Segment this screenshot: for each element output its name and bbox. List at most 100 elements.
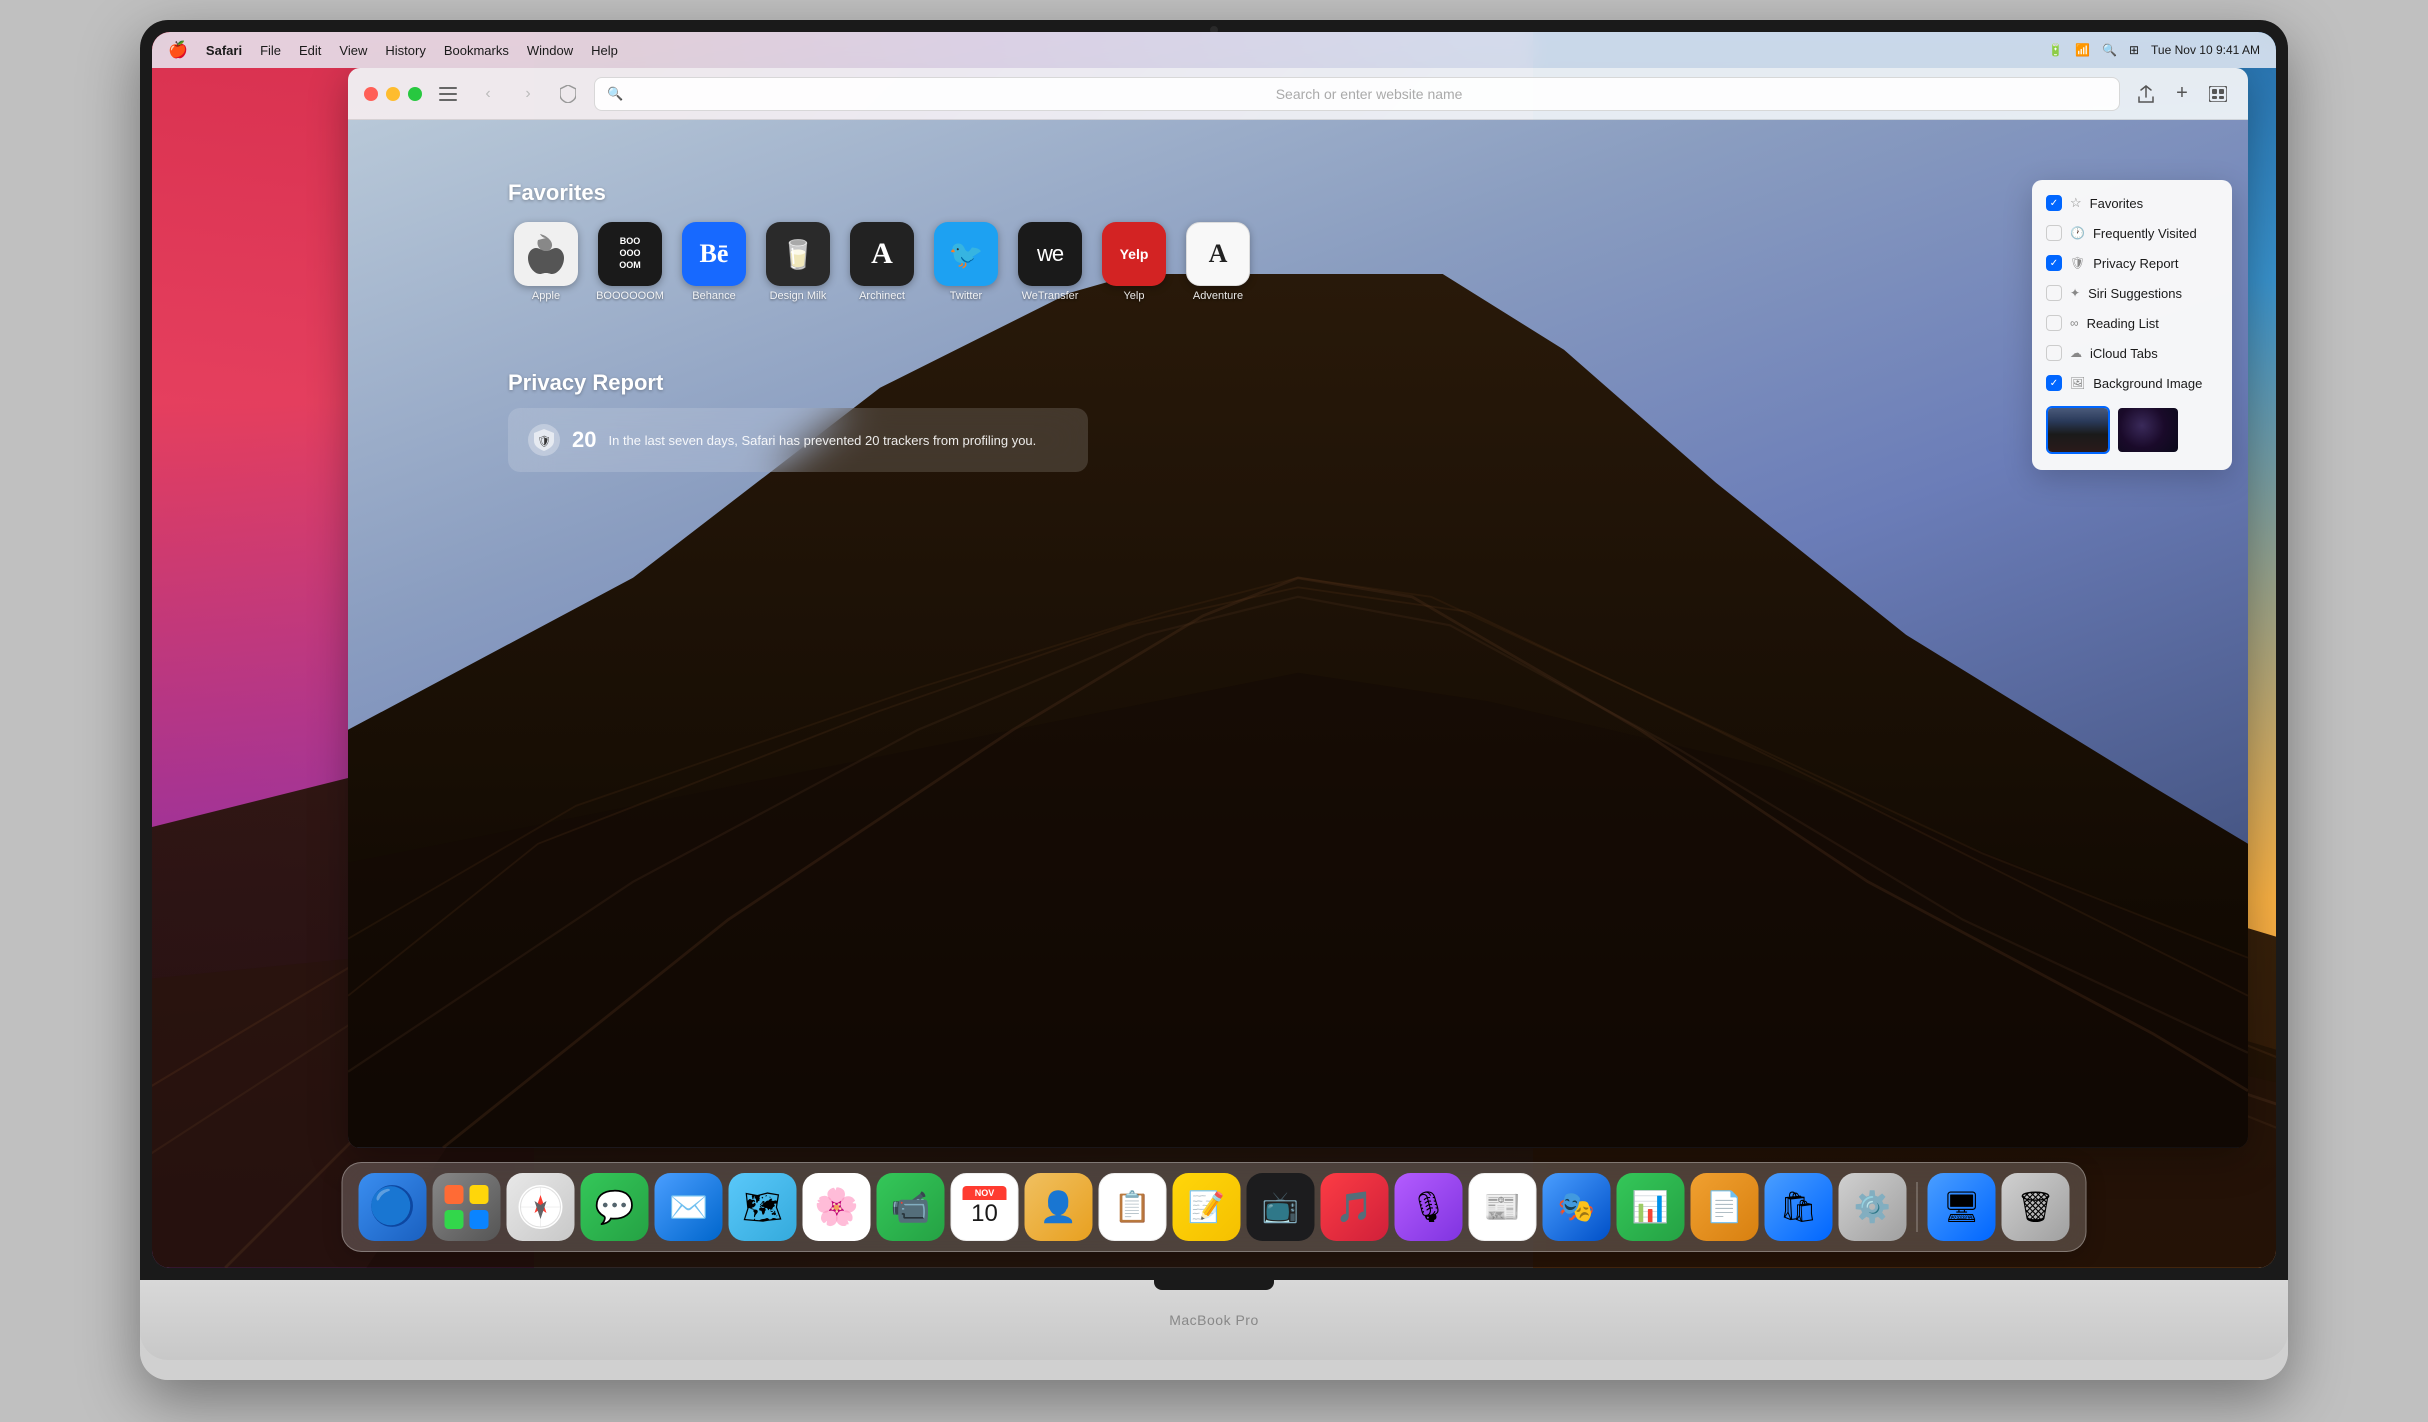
back-button[interactable]: ‹ (474, 80, 502, 108)
dock-keynote[interactable]: 🎭 (1543, 1173, 1611, 1241)
dock-finder[interactable]: 🔵 (359, 1173, 427, 1241)
background-image-checkbox[interactable] (2046, 375, 2062, 391)
edit-menu[interactable]: Edit (299, 43, 321, 58)
favorite-apple-label: Apple (532, 290, 560, 302)
siri-suggestions-checkbox[interactable] (2046, 285, 2062, 301)
dock-calendar[interactable]: NOV 10 (951, 1173, 1019, 1241)
icloud-tabs-label: iCloud Tabs (2090, 346, 2158, 361)
view-menu[interactable]: View (339, 43, 367, 58)
frequently-visited-checkbox[interactable] (2046, 225, 2062, 241)
screen-bezel: 🍎 Safari File Edit View History Bookmark… (140, 20, 2288, 1280)
dropdown-favorites[interactable]: ☆ Favorites (2032, 188, 2232, 218)
favorite-adventure[interactable]: A Adventure (1180, 222, 1256, 302)
privacy-card[interactable]: 🛡 20 In the last seven days, Safari has … (508, 408, 1088, 472)
maps-icon: 🗺 (742, 1188, 783, 1226)
dock-messages[interactable]: 💬 (581, 1173, 649, 1241)
dock-sysprefs[interactable]: ⚙️ (1839, 1173, 1907, 1241)
dropdown-icloud-tabs[interactable]: ☁ iCloud Tabs (2032, 338, 2232, 368)
dock-numbers[interactable]: 📊 (1617, 1173, 1685, 1241)
dock-photos[interactable]: 🌸 (803, 1173, 871, 1241)
dropdown-reading-list[interactable]: ∞ Reading List (2032, 308, 2232, 338)
dock-podcasts[interactable]: 🎙 (1395, 1173, 1463, 1241)
new-tab-button[interactable]: + (2168, 80, 2196, 108)
forward-button[interactable]: › (514, 80, 542, 108)
dock-contacts[interactable]: 👤 (1025, 1173, 1093, 1241)
favorite-wetransfer-label: WeTransfer (1022, 290, 1079, 302)
privacy-report-section: Privacy Report 🛡 20 In the last seven da… (508, 370, 1088, 472)
dock-trash[interactable]: 🗑 (2002, 1173, 2070, 1241)
privacy-message: In the last seven days, Safari has preve… (608, 433, 1036, 448)
dropdown-siri-suggestions[interactable]: ✦ Siri Suggestions (2032, 278, 2232, 308)
bookmarks-menu[interactable]: Bookmarks (444, 43, 509, 58)
tab-overview-button[interactable] (2204, 80, 2232, 108)
fullscreen-button[interactable] (408, 87, 422, 101)
favorite-boooooom[interactable]: BOOOOOOOM BOOOOOOM (592, 222, 668, 302)
dock-screen-time[interactable]: 🖥 (1928, 1173, 1996, 1241)
podcasts-icon: 🎙 (1409, 1190, 1447, 1225)
macbook-label: MacBook Pro (1169, 1312, 1259, 1328)
control-center-icon[interactable]: ⊞ (2129, 43, 2139, 57)
favorite-twitter-icon: 🐦 (934, 222, 998, 286)
dock-music[interactable]: 🎵 (1321, 1173, 1389, 1241)
safari-icon (519, 1185, 563, 1229)
dock-pages[interactable]: 📄 (1691, 1173, 1759, 1241)
favorite-behance[interactable]: Bē Behance (676, 222, 752, 302)
photos-icon: 🌸 (814, 1186, 859, 1228)
dock-notes[interactable]: 📝 (1173, 1173, 1241, 1241)
dock-news[interactable]: 📰 (1469, 1173, 1537, 1241)
app-name[interactable]: Safari (206, 43, 242, 58)
dropdown-background-image[interactable]: 🖼 Background Image (2032, 368, 2232, 398)
favorites-title: Favorites (508, 180, 1256, 206)
privacy-report-icon: 🛡 (2070, 256, 2085, 270)
dock-mail[interactable]: ✉️ (655, 1173, 723, 1241)
address-input[interactable]: Search or enter website name (631, 86, 2107, 102)
help-menu[interactable]: Help (591, 43, 618, 58)
spotlight-icon[interactable]: 🔍 (2102, 43, 2117, 57)
favorite-archinect[interactable]: A Archinect (844, 222, 920, 302)
history-menu[interactable]: History (385, 43, 425, 58)
background-image-label: Background Image (2093, 376, 2202, 391)
favorite-twitter[interactable]: 🐦 Twitter (928, 222, 1004, 302)
dropdown-privacy-report[interactable]: 🛡 Privacy Report (2032, 248, 2232, 278)
dropdown-frequently-visited[interactable]: 🕐 Frequently Visited (2032, 218, 2232, 248)
favorite-designmilk[interactable]: 🥛 Design Milk (760, 222, 836, 302)
close-button[interactable] (364, 87, 378, 101)
dock-reminders[interactable]: 📋 (1099, 1173, 1167, 1241)
icloud-icon: ☁ (2070, 346, 2082, 360)
reminders-icon: 📋 (1114, 1190, 1151, 1225)
bg-thumb-mountain[interactable] (2046, 406, 2110, 454)
icloud-tabs-checkbox[interactable] (2046, 345, 2062, 361)
file-menu[interactable]: File (260, 43, 281, 58)
share-button[interactable] (2132, 80, 2160, 108)
dock-safari[interactable] (507, 1173, 575, 1241)
minimize-button[interactable] (386, 87, 400, 101)
favorite-archinect-label: Archinect (859, 290, 905, 302)
macbook-shell: 🍎 Safari File Edit View History Bookmark… (140, 20, 2288, 1380)
dock-facetime[interactable]: 📹 (877, 1173, 945, 1241)
favorite-yelp[interactable]: Yelp Yelp (1096, 222, 1172, 302)
tab-switcher-button[interactable] (434, 80, 462, 108)
favorite-wetransfer[interactable]: we WeTransfer (1012, 222, 1088, 302)
favorite-behance-icon: Bē (682, 222, 746, 286)
reading-list-label: Reading List (2087, 316, 2159, 331)
favorite-designmilk-label: Design Milk (770, 290, 827, 302)
frequently-visited-label: Frequently Visited (2093, 226, 2197, 241)
favorites-star-icon: ☆ (2070, 195, 2082, 211)
facetime-icon: 📹 (891, 1188, 931, 1226)
reading-list-checkbox[interactable] (2046, 315, 2062, 331)
favorites-icons: Apple BOOOOOOOM BOOOOOOM Bē Behance (508, 222, 1256, 302)
favorite-apple[interactable]: Apple (508, 222, 584, 302)
address-bar[interactable]: 🔍 Search or enter website name (594, 77, 2120, 111)
apple-menu[interactable]: 🍎 (168, 40, 188, 60)
clock-icon: 🕐 (2070, 226, 2085, 240)
dock-tv[interactable]: 📺 (1247, 1173, 1315, 1241)
window-menu[interactable]: Window (527, 43, 573, 58)
dock-maps[interactable]: 🗺 (729, 1173, 797, 1241)
privacy-report-checkbox[interactable] (2046, 255, 2062, 271)
tracker-count: 20 (572, 427, 596, 453)
favorite-twitter-label: Twitter (950, 290, 982, 302)
favorites-checkbox[interactable] (2046, 195, 2062, 211)
dock-appstore[interactable]: 🛍 (1765, 1173, 1833, 1241)
bg-thumb-space[interactable] (2116, 406, 2180, 454)
dock-launchpad[interactable] (433, 1173, 501, 1241)
